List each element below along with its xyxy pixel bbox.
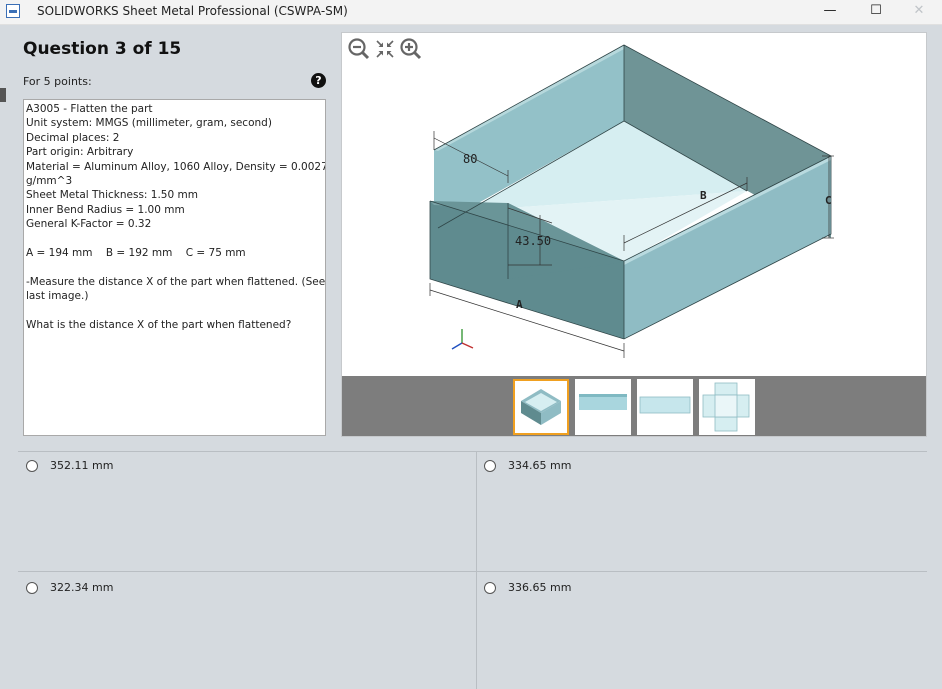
points-label: For 5 points:	[23, 75, 92, 88]
question-line: A3005 - Flatten the part	[26, 103, 153, 115]
help-icon[interactable]: ?	[311, 73, 326, 88]
title-bar: SOLIDWORKS Sheet Metal Professional (CSW…	[0, 0, 942, 25]
question-line: Part origin: Arbitrary	[26, 146, 134, 159]
question-line	[26, 304, 323, 318]
answer-divider	[18, 451, 927, 452]
question-line: Sheet Metal Thickness: 1.50 mm	[26, 189, 198, 202]
app-icon	[6, 4, 20, 18]
thumbnail-isometric[interactable]	[513, 379, 569, 435]
dimension-b-label: B	[700, 189, 707, 202]
answer-option-4[interactable]: 336.65 mm	[484, 580, 684, 600]
question-line: What is the distance X of the part when …	[26, 319, 292, 332]
thumbnail-strip	[342, 376, 926, 436]
window-title: SOLIDWORKS Sheet Metal Professional (CSW…	[37, 4, 348, 18]
minimize-button[interactable]: —	[807, 0, 853, 24]
close-button[interactable]: ✕	[896, 0, 942, 24]
answer-radio[interactable]	[26, 460, 38, 472]
thumbnail-side-view[interactable]	[637, 379, 693, 435]
answer-divider	[18, 571, 927, 572]
axis-triad-icon	[451, 329, 474, 350]
question-line: Material = Aluminum Alloy, 1060 Alloy, D…	[26, 160, 326, 173]
answer-label[interactable]: 352.11 mm	[50, 459, 113, 472]
answer-radio[interactable]	[26, 582, 38, 594]
answer-divider-vertical	[476, 452, 477, 689]
question-line	[26, 232, 323, 246]
question-line: g/mm^3	[26, 175, 73, 188]
maximize-button[interactable]: ☐	[853, 0, 899, 24]
question-line: last image.)	[26, 290, 89, 303]
answer-label[interactable]: 334.65 mm	[508, 459, 571, 472]
answer-option-2[interactable]: 334.65 mm	[484, 458, 684, 478]
question-line: General K-Factor = 0.32	[26, 218, 152, 231]
dimension-80-label: 80	[463, 152, 477, 166]
left-edge-tab	[0, 88, 6, 102]
part-drawing: 80 43.50 A B C	[429, 44, 834, 358]
thumbnail-flat-pattern[interactable]	[699, 379, 755, 435]
answer-option-3[interactable]: 322.34 mm	[26, 580, 226, 600]
answer-option-1[interactable]: 352.11 mm	[26, 458, 226, 478]
dimension-4350-label: 43.50	[515, 234, 551, 248]
question-line: A = 194 mm B = 192 mm C = 75 mm	[26, 247, 246, 260]
dimension-a-label: A	[516, 298, 523, 311]
question-line: -Measure the distance X of the part when…	[26, 275, 326, 288]
answer-label[interactable]: 336.65 mm	[508, 581, 571, 594]
question-line: Unit system: MMGS (millimeter, gram, sec…	[26, 117, 272, 130]
thumbnail-front-view[interactable]	[575, 379, 631, 435]
question-title: Question 3 of 15	[23, 39, 182, 59]
question-line	[26, 260, 323, 274]
dimension-c-label: C	[825, 194, 832, 207]
question-line: Inner Bend Radius = 1.00 mm	[26, 203, 185, 216]
answer-radio[interactable]	[484, 582, 496, 594]
image-viewer: 80 43.50 A B C	[341, 32, 927, 437]
question-line: Decimal places: 2	[26, 131, 120, 144]
answer-radio[interactable]	[484, 460, 496, 472]
answer-label[interactable]: 322.34 mm	[50, 581, 113, 594]
question-text-box[interactable]: A3005 - Flatten the part Unit system: MM…	[23, 99, 326, 436]
